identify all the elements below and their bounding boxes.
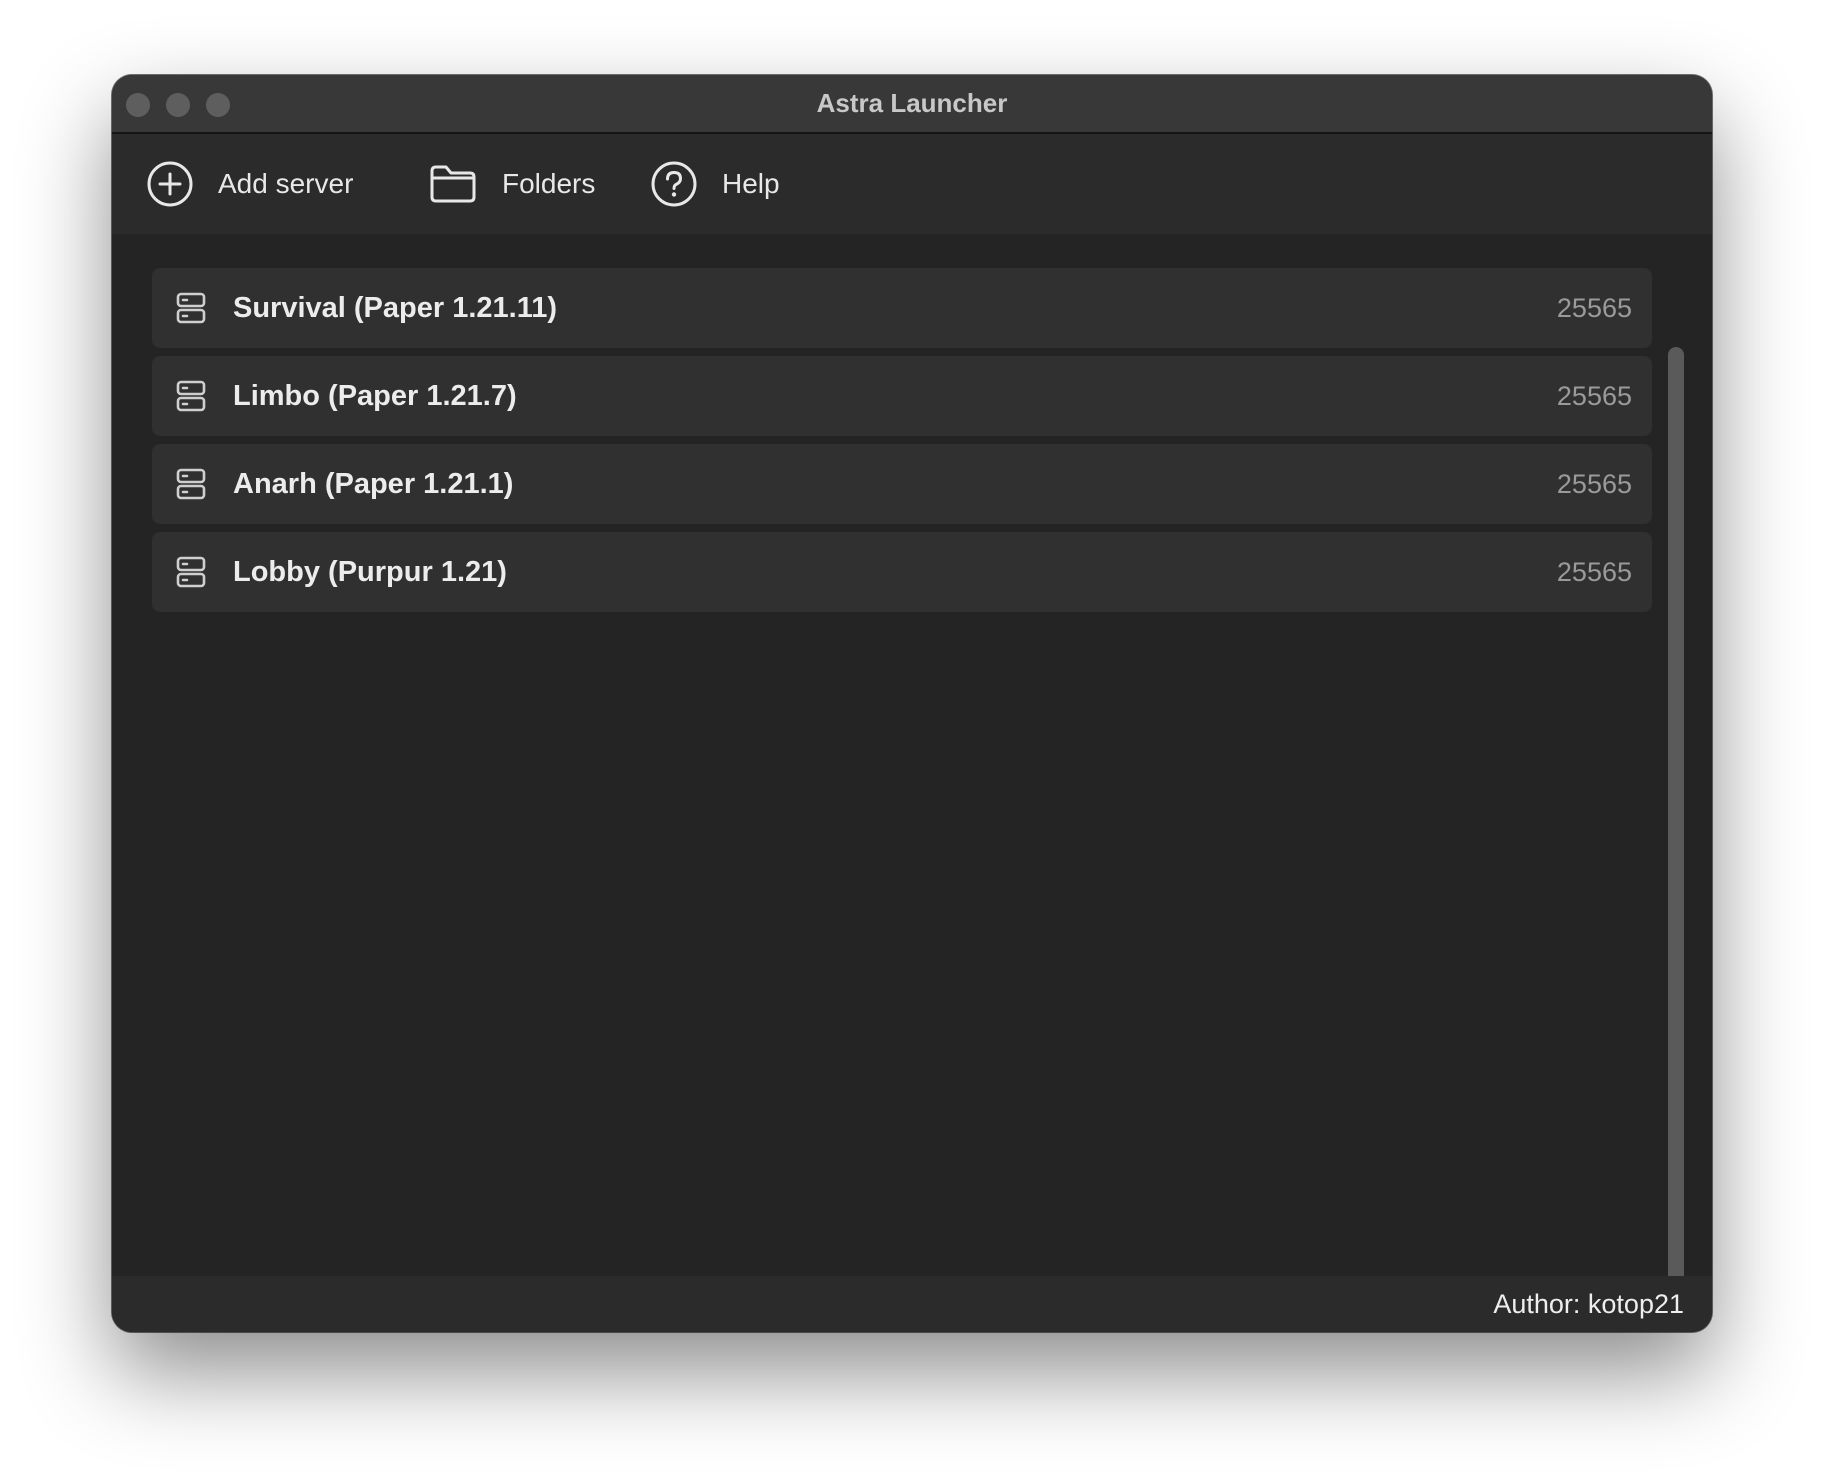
list-item[interactable]: Lobby (Purpur 1.21) 25565	[152, 532, 1652, 612]
list-item[interactable]: Limbo (Paper 1.21.7) 25565	[152, 356, 1652, 436]
add-server-button[interactable]: Add server	[146, 134, 353, 234]
server-port: 25565	[1556, 380, 1632, 411]
server-port: 25565	[1556, 468, 1632, 499]
server-port: 25565	[1556, 292, 1632, 323]
server-icon	[176, 380, 206, 417]
window-title: Astra Launcher	[816, 88, 1008, 118]
folder-icon	[428, 163, 478, 205]
server-icon	[176, 468, 206, 505]
status-bar: Author: kotop21	[112, 1276, 1712, 1332]
author-label: Author: kotop21	[1493, 1289, 1684, 1319]
question-circle-icon	[650, 160, 698, 208]
list-item[interactable]: Survival (Paper 1.21.11) 25565	[152, 268, 1652, 348]
list-item[interactable]: Anarh (Paper 1.21.1) 25565	[152, 444, 1652, 524]
server-name: Limbo (Paper 1.21.7)	[233, 379, 517, 412]
app-window: Astra Launcher Add server Folders Help S…	[112, 75, 1712, 1332]
title-bar[interactable]: Astra Launcher	[112, 75, 1712, 134]
server-name: Lobby (Purpur 1.21)	[233, 555, 507, 588]
add-server-label: Add server	[218, 168, 354, 199]
folders-button[interactable]: Folders	[428, 134, 595, 234]
server-name: Anarh (Paper 1.21.1)	[233, 467, 514, 500]
help-label: Help	[722, 168, 780, 199]
server-icon	[176, 556, 206, 593]
help-button[interactable]: Help	[650, 134, 780, 234]
folders-label: Folders	[502, 168, 596, 199]
list-scrollbar[interactable]	[1668, 347, 1684, 1312]
plus-circle-icon	[146, 160, 194, 208]
server-icon	[176, 292, 206, 329]
server-list: Survival (Paper 1.21.11) 25565 Limbo (Pa…	[112, 234, 1712, 1332]
server-name: Survival (Paper 1.21.11)	[233, 291, 558, 324]
toolbar: Add server Folders Help	[112, 134, 1712, 234]
server-rows: Survival (Paper 1.21.11) 25565 Limbo (Pa…	[152, 268, 1652, 620]
server-port: 25565	[1556, 556, 1632, 587]
